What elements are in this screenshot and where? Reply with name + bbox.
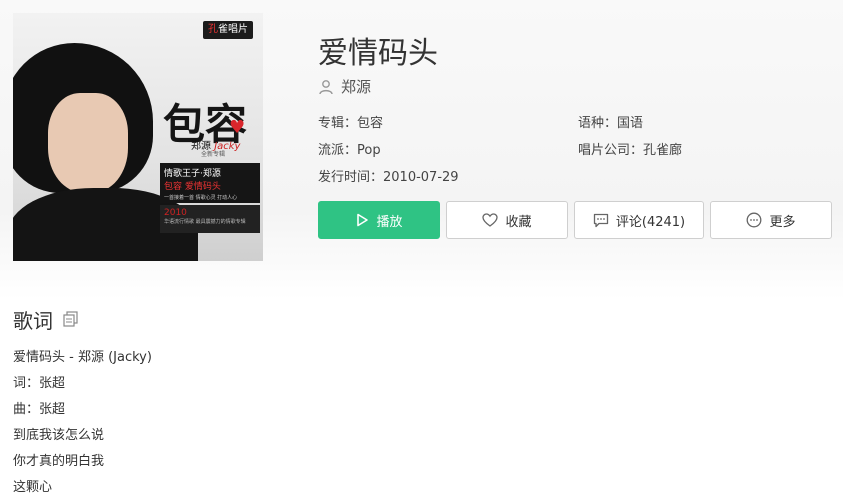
- comment-button[interactable]: 评论(4241): [574, 201, 704, 239]
- cover-year-block: 2010 华语流行情歌 最具震撼力的情歌专辑: [160, 205, 260, 233]
- more-button[interactable]: 更多: [710, 201, 832, 239]
- release-date-info: 发行时间：2010-07-29: [318, 170, 459, 185]
- song-title: 爱情码头: [318, 36, 438, 71]
- lyrics-heading: 歌词: [13, 305, 78, 334]
- heart-outline-icon: [482, 213, 499, 227]
- cover-sub-tag: 全新专辑: [201, 151, 226, 158]
- cover-promo-block: 情歌王子·郑源 包容 爱情码头 一首接着一首 情歌心灵 打动人心: [160, 163, 260, 203]
- language-info: 语种：国语: [578, 116, 644, 131]
- play-icon: [355, 213, 369, 227]
- artist-link[interactable]: 郑源: [318, 76, 371, 97]
- label-info: 唱片公司：孔雀廊: [578, 143, 683, 158]
- cover-label-badge: 孔雀唱片: [203, 21, 253, 39]
- artist-name[interactable]: 郑源: [341, 76, 371, 97]
- lyrics-line: 你才真的明白我: [13, 454, 105, 469]
- heart-icon: ♥: [229, 117, 246, 138]
- lyrics-line: 曲：张超: [13, 402, 66, 417]
- user-icon: [318, 79, 334, 95]
- album-cover[interactable]: 孔雀唱片 包容 ♥ 郑源 Jacky 全新专辑 情歌王子·郑源 包容 爱情码头 …: [13, 13, 263, 261]
- lyrics-line: 爱情码头 - 郑源 (Jacky): [13, 350, 152, 365]
- album-info[interactable]: 专辑：包容: [318, 112, 383, 131]
- lyrics-line: 这颗心: [13, 480, 53, 495]
- favorite-button[interactable]: 收藏: [446, 201, 568, 239]
- more-icon: [746, 212, 762, 228]
- lyrics-line: 到底我该怎么说: [13, 428, 105, 443]
- cover-face-shape: [48, 93, 128, 193]
- comment-icon: [593, 213, 609, 228]
- play-button[interactable]: 播放: [318, 201, 440, 239]
- lyrics-line: 词：张超: [13, 376, 66, 391]
- copy-icon[interactable]: [63, 308, 78, 332]
- genre-info: 流派：Pop: [318, 143, 381, 158]
